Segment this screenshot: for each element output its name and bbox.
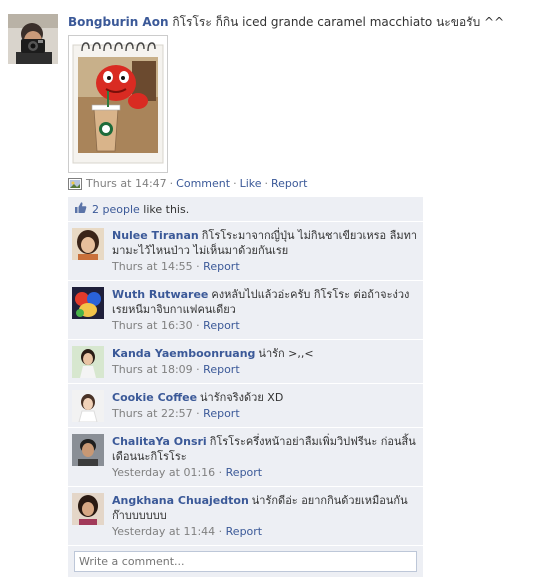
comment-report-link[interactable]: Report [203, 363, 239, 376]
comment-text-block: Nulee Tiranan กิโรโระมาจากญี่ปุ่น ไม่กินช… [112, 228, 417, 258]
comment-item: ChalitaYa Onsri กิโรโระครึ่งหน้าอย่าลืมเพ… [68, 428, 423, 487]
comment-link[interactable]: Comment [176, 176, 230, 192]
comment-report-link[interactable]: Report [226, 466, 262, 479]
like-link[interactable]: Like [240, 176, 262, 192]
comment-meta: Yesterday at 01:16 · Report [112, 465, 417, 480]
commenter-avatar[interactable] [72, 287, 104, 319]
separator: · [196, 260, 200, 273]
commenter-avatar[interactable] [72, 228, 104, 260]
commenter-name-link[interactable]: Wuth Rutwaree [112, 288, 208, 301]
separator: · [196, 319, 200, 332]
comment-input[interactable] [74, 551, 417, 572]
comment-meta: Thurs at 18:09 · Report [112, 362, 417, 377]
comment-meta: Thurs at 22:57 · Report [112, 406, 417, 421]
commenter-avatar[interactable] [72, 390, 104, 422]
commenter-avatar[interactable] [72, 346, 104, 378]
photo-image [72, 39, 164, 169]
story-meta: Thurs at 14:47 · Comment · Like · Report [68, 176, 548, 192]
commenter-name-link[interactable]: Cookie Coffee [112, 391, 197, 404]
comment-item: Angkhana Chuajedton น่ารักดีอ่ะ อยากกินด้… [68, 487, 423, 546]
photo-attachment[interactable] [68, 35, 168, 173]
comment-text-block: ChalitaYa Onsri กิโรโระครึ่งหน้าอย่าลืมเพ… [112, 434, 417, 464]
comment-meta: Thurs at 14:55 · Report [112, 259, 417, 274]
comment-report-link[interactable]: Report [203, 319, 239, 332]
comment-item: Cookie Coffee น่ารักจริงด้วย XD Thurs at … [68, 384, 423, 428]
comment-text-block: Wuth Rutwaree คงหลับไปแล้วอ่ะครับ กิโรโระ… [112, 287, 417, 317]
comment-body: น่ารักจริงด้วย XD [200, 391, 284, 404]
thumbs-up-icon [74, 201, 87, 217]
separator: · [218, 466, 223, 479]
comment-timestamp[interactable]: Yesterday at 01:16 [112, 466, 215, 479]
comment-timestamp[interactable]: Thurs at 18:09 [112, 363, 193, 376]
comment-timestamp[interactable]: Yesterday at 11:44 [112, 525, 215, 538]
separator: · [218, 525, 223, 538]
comment-meta: Yesterday at 11:44 · Report [112, 524, 417, 539]
comment-text-block: Cookie Coffee น่ารักจริงด้วย XD [112, 390, 417, 405]
likes-summary: 2 people like this. [68, 197, 423, 222]
comment-timestamp[interactable]: Thurs at 16:30 [112, 319, 193, 332]
comment-item: Wuth Rutwaree คงหลับไปแล้วอ่ะครับ กิโรโระ… [68, 281, 423, 340]
comment-text-block: Angkhana Chuajedton น่ารักดีอ่ะ อยากกินด้… [112, 493, 417, 523]
comment-timestamp[interactable]: Thurs at 14:55 [112, 260, 193, 273]
story-message: กิโรโระ ก็กิน iced grande caramel macchi… [172, 15, 505, 29]
commenter-avatar[interactable] [72, 493, 104, 525]
comment-report-link[interactable]: Report [203, 260, 239, 273]
commenter-name-link[interactable]: ChalitaYa Onsri [112, 435, 207, 448]
comment-item: Nulee Tiranan กิโรโระมาจากญี่ปุ่น ไม่กินช… [68, 222, 423, 281]
likes-suffix: like this. [139, 202, 190, 216]
likers-link[interactable]: 2 people [92, 203, 140, 216]
story-body: Bongburin Aon กิโรโระ ก็กิน iced grande … [68, 14, 548, 577]
comment-report-link[interactable]: Report [226, 525, 262, 538]
author-avatar[interactable] [8, 14, 58, 64]
comment-meta: Thurs at 16:30 · Report [112, 318, 417, 333]
commenter-name-link[interactable]: Angkhana Chuajedton [112, 494, 249, 507]
separator: · [233, 177, 237, 190]
comment-item: Kanda Yaemboonruang น่ารัก >,,< Thurs at … [68, 340, 423, 384]
photo-icon [68, 178, 82, 190]
separator: · [196, 363, 200, 376]
commenter-avatar[interactable] [72, 434, 104, 466]
comment-text-block: Kanda Yaemboonruang น่ารัก >,,< [112, 346, 417, 361]
feedback-box: 2 people like this. Nulee Tiranan กิโรโระ… [68, 197, 423, 577]
report-link[interactable]: Report [271, 176, 307, 192]
commenter-name-link[interactable]: Kanda Yaemboonruang [112, 347, 255, 360]
separator: · [264, 177, 269, 190]
commenter-name-link[interactable]: Nulee Tiranan [112, 229, 199, 242]
story-header: Bongburin Aon กิโรโระ ก็กิน iced grande … [68, 14, 548, 30]
author-name-link[interactable]: Bongburin Aon [68, 15, 168, 29]
comment-report-link[interactable]: Report [203, 407, 239, 420]
separator: · [169, 177, 174, 190]
comment-timestamp[interactable]: Thurs at 22:57 [112, 407, 193, 420]
add-comment-row [68, 546, 423, 577]
story-timestamp[interactable]: Thurs at 14:47 [86, 176, 167, 192]
comment-body: น่ารัก >,,< [258, 347, 314, 360]
separator: · [196, 407, 200, 420]
